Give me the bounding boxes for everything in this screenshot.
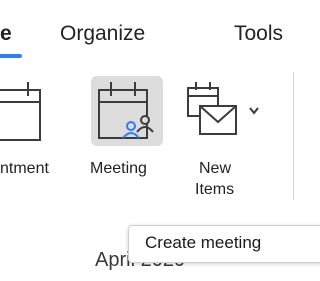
appointment-label: ntment: [0, 160, 49, 177]
new-items-label-line2: Items: [195, 181, 235, 198]
chevron-down-icon[interactable]: [248, 106, 260, 116]
active-tab-indicator: [0, 54, 22, 58]
new-items-icon: [187, 82, 237, 135]
meeting-calendar-icon: [98, 82, 154, 139]
meeting-label: Meeting: [90, 160, 147, 177]
appointment-button[interactable]: ntment: [0, 74, 84, 204]
calendar-icon: [0, 82, 41, 141]
tab-tools[interactable]: Tools: [234, 22, 283, 46]
ribbon-divider: [293, 72, 294, 200]
new-items-label-line1: New: [199, 160, 232, 177]
tooltip-text: Create meeting: [145, 233, 262, 252]
tab-home[interactable]: e: [0, 22, 12, 46]
meeting-button[interactable]: Meeting: [86, 74, 168, 204]
ribbon-tab-bar: e Organize Tools: [0, 0, 311, 70]
new-items-button[interactable]: New Items: [176, 74, 262, 204]
tab-organize[interactable]: Organize: [60, 22, 145, 46]
meeting-tooltip: Create meeting: [128, 225, 320, 263]
